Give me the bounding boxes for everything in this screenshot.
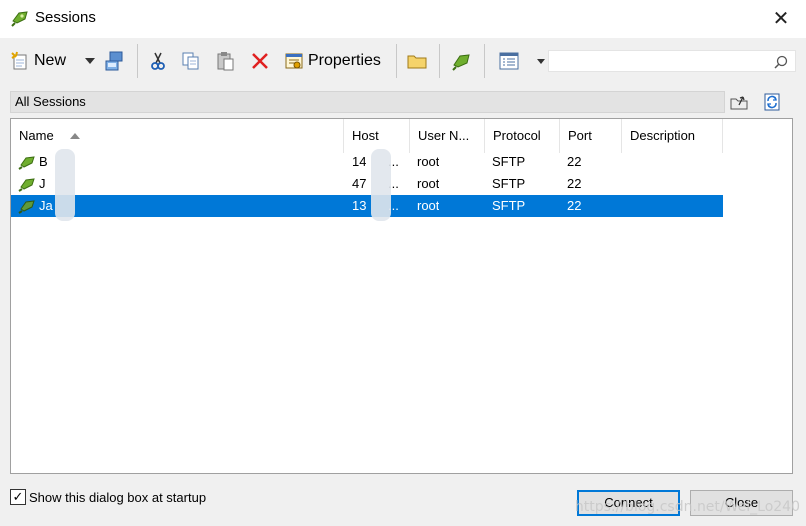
show-at-startup-label: Show this dialog box at startup bbox=[29, 490, 207, 505]
breadcrumb: All Sessions bbox=[10, 91, 725, 113]
session-green-icon bbox=[452, 54, 470, 71]
folder-up-button[interactable] bbox=[728, 91, 750, 113]
properties-icon bbox=[285, 53, 303, 69]
column-header-label: User N... bbox=[418, 128, 470, 143]
session-icon bbox=[18, 178, 35, 192]
session-port: 22 bbox=[567, 198, 582, 213]
session-host: 13 bbox=[352, 198, 367, 213]
session-name: Ja bbox=[39, 198, 53, 213]
column-header-description[interactable]: Description bbox=[622, 119, 723, 153]
session-user: root bbox=[417, 154, 440, 169]
session-protocol: SFTP bbox=[492, 154, 526, 169]
dropdown-arrow-icon bbox=[85, 58, 95, 64]
column-header-port[interactable]: Port bbox=[560, 119, 622, 153]
cut-button[interactable] bbox=[148, 46, 168, 76]
session-protocol: SFTP bbox=[492, 198, 526, 213]
table-row-selected[interactable]: Ja 13 ... root SFTP 22 bbox=[11, 195, 723, 217]
copy-button[interactable] bbox=[180, 46, 202, 76]
watermark-text: https://blog.csdn.net/Wei_Lo240 bbox=[574, 499, 800, 515]
column-header-label: Port bbox=[568, 128, 592, 143]
toolbar-separator bbox=[484, 44, 485, 78]
column-header-host[interactable]: Host bbox=[344, 119, 410, 153]
toolbar-separator bbox=[439, 44, 440, 78]
properties-button[interactable]: Properties bbox=[284, 46, 381, 76]
path-label: All Sessions bbox=[15, 94, 86, 109]
new-session-button[interactable]: New bbox=[10, 46, 66, 76]
toolbar-separator bbox=[396, 44, 397, 78]
session-options-button[interactable] bbox=[450, 46, 472, 76]
folder-icon bbox=[407, 55, 427, 69]
session-port: 22 bbox=[567, 176, 582, 191]
session-icon bbox=[11, 11, 28, 27]
sort-ascending-icon bbox=[70, 133, 80, 139]
session-protocol: SFTP bbox=[492, 176, 526, 191]
folder-up-icon bbox=[730, 96, 748, 110]
session-user: root bbox=[417, 176, 440, 191]
search-input[interactable] bbox=[549, 51, 769, 71]
column-header-label: Description bbox=[630, 128, 696, 143]
column-header-name[interactable]: Name bbox=[11, 119, 344, 153]
column-header-user[interactable]: User N... bbox=[410, 119, 485, 153]
show-at-startup-checkbox[interactable]: ✓ bbox=[10, 489, 26, 505]
cut-icon bbox=[151, 52, 165, 70]
search-icon[interactable] bbox=[773, 54, 789, 70]
search-box[interactable] bbox=[548, 50, 796, 72]
column-header-label: Protocol bbox=[493, 128, 541, 143]
delete-button[interactable] bbox=[250, 46, 270, 76]
close-window-button[interactable]: ✕ bbox=[770, 7, 792, 29]
view-icon bbox=[499, 52, 519, 70]
toolbar: New Properties bbox=[0, 38, 806, 86]
new-folder-button[interactable] bbox=[406, 46, 428, 76]
column-header-label: Host bbox=[352, 128, 379, 143]
table-row[interactable]: J 47 ... root SFTP 22 bbox=[11, 173, 723, 195]
redaction-blur bbox=[371, 149, 391, 221]
paste-icon bbox=[217, 52, 234, 71]
dropdown-arrow-icon bbox=[537, 59, 545, 64]
window-title: Sessions bbox=[35, 9, 96, 26]
toolbar-separator bbox=[137, 44, 138, 78]
view-dropdown-button[interactable] bbox=[536, 46, 546, 76]
table-row[interactable]: B 14 ... root SFTP 22 bbox=[11, 151, 723, 173]
session-name: B bbox=[39, 154, 48, 169]
properties-label: Properties bbox=[308, 52, 381, 69]
new-session-label: New bbox=[34, 52, 67, 69]
delete-icon bbox=[252, 53, 268, 69]
column-header-label: Name bbox=[19, 128, 54, 143]
session-user: root bbox=[417, 198, 440, 213]
session-host: 14 bbox=[352, 154, 367, 169]
connect-toolbar-button[interactable] bbox=[104, 46, 126, 76]
paste-button[interactable] bbox=[215, 46, 237, 76]
sessions-list[interactable]: Name Host User N... Protocol Port Descri… bbox=[10, 118, 793, 474]
session-icon bbox=[18, 200, 35, 214]
refresh-icon bbox=[764, 93, 780, 111]
session-name: J bbox=[39, 176, 46, 191]
refresh-button[interactable] bbox=[761, 91, 783, 113]
redaction-blur bbox=[55, 149, 75, 221]
new-dropdown-button[interactable] bbox=[84, 46, 96, 76]
view-button[interactable] bbox=[498, 46, 520, 76]
connect-icon bbox=[105, 51, 123, 71]
session-host: 47 bbox=[352, 176, 367, 191]
copy-icon bbox=[182, 52, 199, 70]
column-header-protocol[interactable]: Protocol bbox=[485, 119, 560, 153]
session-icon bbox=[18, 156, 35, 170]
session-port: 22 bbox=[567, 154, 582, 169]
title-bar: Sessions ✕ bbox=[0, 0, 806, 38]
new-session-icon bbox=[11, 51, 27, 70]
